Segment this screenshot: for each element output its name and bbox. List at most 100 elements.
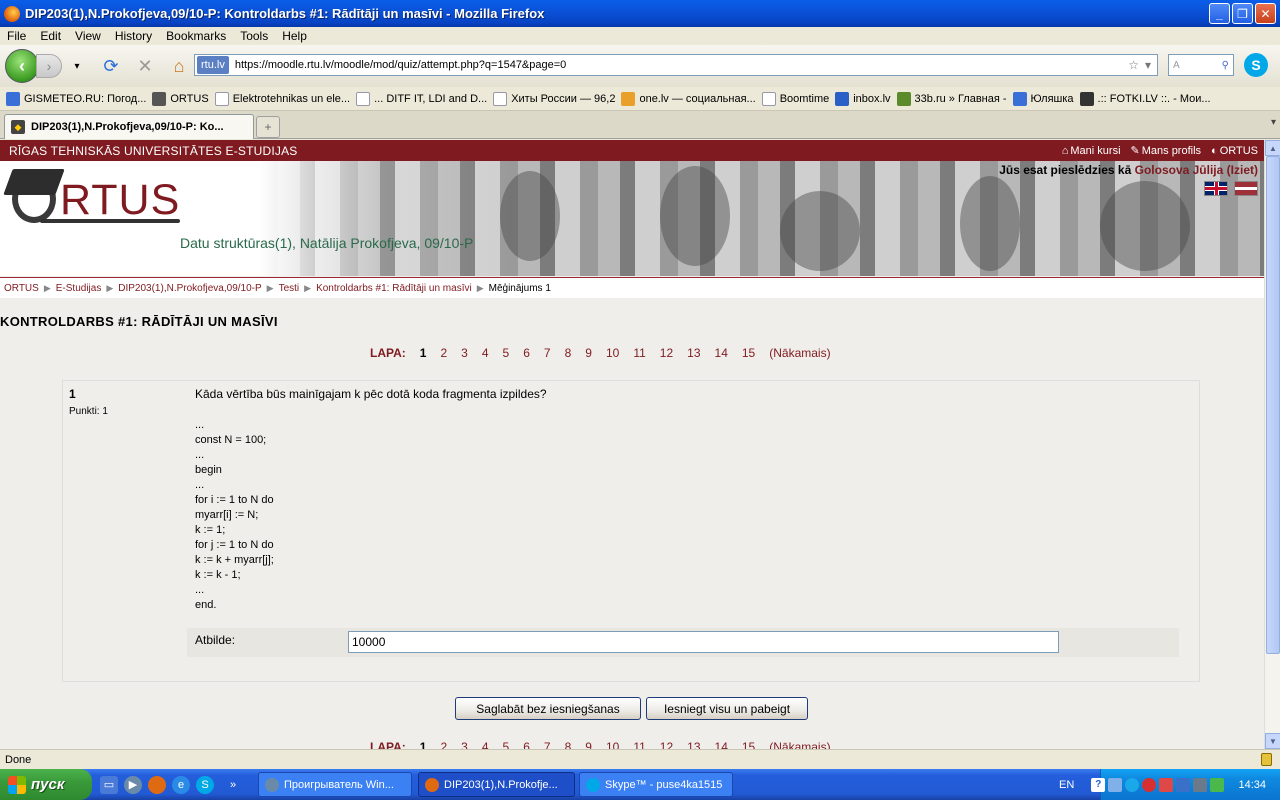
scrollbar-thumb[interactable]: [1266, 156, 1280, 654]
next-page-link[interactable]: (Nākamais): [769, 346, 830, 360]
breadcrumb-estudijas[interactable]: E-Studijas: [56, 283, 102, 294]
volume-icon[interactable]: [1159, 777, 1174, 792]
page-link-4[interactable]: 4: [482, 740, 489, 749]
logout-link[interactable]: Iziet: [1231, 163, 1254, 177]
breadcrumb-tests[interactable]: Testi: [279, 283, 300, 294]
breadcrumb-quiz[interactable]: Kontroldarbs #1: Rādītāji un masīvi: [316, 283, 472, 294]
next-page-link[interactable]: (Nākamais): [769, 740, 830, 749]
bookmark-item[interactable]: inbox.lv: [835, 91, 891, 106]
antivirus-icon[interactable]: [1142, 777, 1157, 792]
site-identity-button[interactable]: rtu.lv: [197, 56, 229, 74]
page-link-7[interactable]: 7: [544, 740, 551, 749]
history-dropdown-icon[interactable]: ▾: [64, 53, 90, 79]
skype-tray-icon[interactable]: [1125, 777, 1140, 792]
firefox-quicklaunch-icon[interactable]: [148, 775, 166, 794]
bookmark-item[interactable]: .:: FOTKI.LV ::. - Мои...: [1079, 91, 1211, 106]
network-icon[interactable]: [1108, 777, 1123, 792]
page-link-14[interactable]: 14: [715, 346, 728, 360]
task-skype[interactable]: Skype™ - puse4ka1515: [579, 772, 733, 797]
skype-icon[interactable]: S: [1244, 53, 1268, 77]
page-link-13[interactable]: 13: [687, 346, 700, 360]
menu-edit[interactable]: Edit: [33, 29, 68, 43]
breadcrumb-course[interactable]: DIP203(1),N.Prokofjeva,09/10-P: [118, 283, 261, 294]
page-link-12[interactable]: 12: [660, 740, 673, 749]
forward-button[interactable]: ›: [36, 54, 62, 78]
address-bar[interactable]: rtu.lv https://moodle.rtu.lv/moodle/mod/…: [194, 54, 1158, 76]
page-link-7[interactable]: 7: [544, 346, 551, 360]
submit-all-button[interactable]: Iesniegt visu un pabeigt: [646, 697, 808, 720]
page-link-2[interactable]: 2: [440, 740, 447, 749]
new-tab-button[interactable]: +: [256, 116, 280, 138]
url-dropdown-icon[interactable]: ▾: [1145, 58, 1151, 72]
course-title[interactable]: Datu struktūras(1), Natālija Prokofjeva,…: [180, 235, 473, 251]
page-link-9[interactable]: 9: [585, 346, 592, 360]
page-link-13[interactable]: 13: [687, 740, 700, 749]
page-link-2[interactable]: 2: [440, 346, 447, 360]
lock-icon[interactable]: [1261, 753, 1272, 766]
page-link-14[interactable]: 14: [715, 740, 728, 749]
bookmark-item[interactable]: one.lv — социальная...: [621, 91, 756, 106]
display-icon[interactable]: [1193, 777, 1208, 792]
reload-icon[interactable]: ⟳: [98, 53, 124, 79]
page-link-6[interactable]: 6: [523, 740, 530, 749]
back-button[interactable]: ‹: [5, 49, 39, 83]
tab-list-icon[interactable]: ▾: [1271, 117, 1276, 128]
answer-input[interactable]: [348, 631, 1059, 653]
scroll-up-arrow-icon[interactable]: ▲: [1265, 140, 1280, 156]
quicklaunch-overflow-icon[interactable]: »: [230, 779, 236, 791]
page-link-15[interactable]: 15: [742, 346, 755, 360]
page-link-5[interactable]: 5: [503, 740, 510, 749]
my-profile-link[interactable]: ✎ Mans profils: [1131, 144, 1202, 158]
menu-view[interactable]: View: [68, 29, 108, 43]
scroll-down-arrow-icon[interactable]: ▼: [1265, 733, 1280, 749]
user-name-link[interactable]: Golosova Jūlija: [1135, 163, 1224, 177]
menu-help[interactable]: Help: [275, 29, 314, 43]
home-icon[interactable]: ⌂: [166, 53, 192, 79]
page-link-8[interactable]: 8: [565, 740, 572, 749]
bookmark-item[interactable]: ... DITF IT, LDI and D...: [356, 91, 487, 106]
update-icon[interactable]: [1210, 777, 1225, 792]
page-link-9[interactable]: 9: [585, 740, 592, 749]
menu-bookmarks[interactable]: Bookmarks: [159, 29, 233, 43]
page-link-3[interactable]: 3: [461, 346, 468, 360]
skype-quicklaunch-icon[interactable]: S: [196, 775, 214, 794]
task-media-player[interactable]: Проигрыватель Win...: [258, 772, 412, 797]
menu-file[interactable]: File: [0, 29, 33, 43]
latvian-flag-icon[interactable]: [1234, 181, 1258, 196]
bookmark-item[interactable]: 33b.ru » Главная -: [896, 91, 1007, 106]
url-text[interactable]: https://moodle.rtu.lv/moodle/mod/quiz/at…: [235, 59, 566, 71]
breadcrumb-ortus[interactable]: ORTUS: [4, 283, 39, 294]
tab-quiz[interactable]: ◆ DIP203(1),N.Prokofjeva,09/10-P: Ko...: [4, 114, 254, 139]
show-desktop-icon[interactable]: ▭: [100, 775, 118, 794]
help-icon[interactable]: ?: [1091, 777, 1106, 792]
bookmark-item[interactable]: Elektrotehnikas un ele...: [214, 91, 350, 106]
menu-history[interactable]: History: [108, 29, 159, 43]
search-icon[interactable]: ⚲: [1222, 60, 1229, 71]
page-link-11[interactable]: 11: [633, 346, 645, 360]
my-courses-link[interactable]: ⌂ Mani kursi: [1062, 144, 1121, 157]
page-link-15[interactable]: 15: [742, 740, 755, 749]
menu-tools[interactable]: Tools: [233, 29, 275, 43]
ortus-link[interactable]: ◐ ORTUS: [1211, 144, 1258, 157]
stop-icon[interactable]: ✕: [132, 53, 158, 79]
language-indicator[interactable]: EN: [1059, 779, 1074, 791]
bookmark-star-icon[interactable]: ☆: [1128, 58, 1139, 72]
close-window-button[interactable]: ✕: [1255, 3, 1276, 24]
page-link-10[interactable]: 10: [606, 346, 619, 360]
save-without-submit-button[interactable]: Saglabāt bez iesniegšanas: [455, 697, 641, 720]
page-link-5[interactable]: 5: [503, 346, 510, 360]
page-scrollbar[interactable]: ▲ ▼: [1264, 140, 1280, 749]
task-firefox[interactable]: DIP203(1),N.Prokofje...: [418, 772, 575, 797]
bookmark-item[interactable]: Юляшка: [1012, 91, 1074, 106]
bookmark-item[interactable]: ORTUS: [152, 91, 209, 106]
english-flag-icon[interactable]: [1204, 181, 1228, 196]
minimize-button[interactable]: _: [1209, 3, 1230, 24]
bookmark-item[interactable]: Boomtime: [761, 91, 829, 106]
us-flag-icon[interactable]: [1176, 777, 1191, 792]
page-link-12[interactable]: 12: [660, 346, 673, 360]
page-link-10[interactable]: 10: [606, 740, 619, 749]
page-link-3[interactable]: 3: [461, 740, 468, 749]
page-link-6[interactable]: 6: [523, 346, 530, 360]
page-link-11[interactable]: 11: [633, 740, 645, 749]
maximize-button[interactable]: ❐: [1232, 3, 1253, 24]
